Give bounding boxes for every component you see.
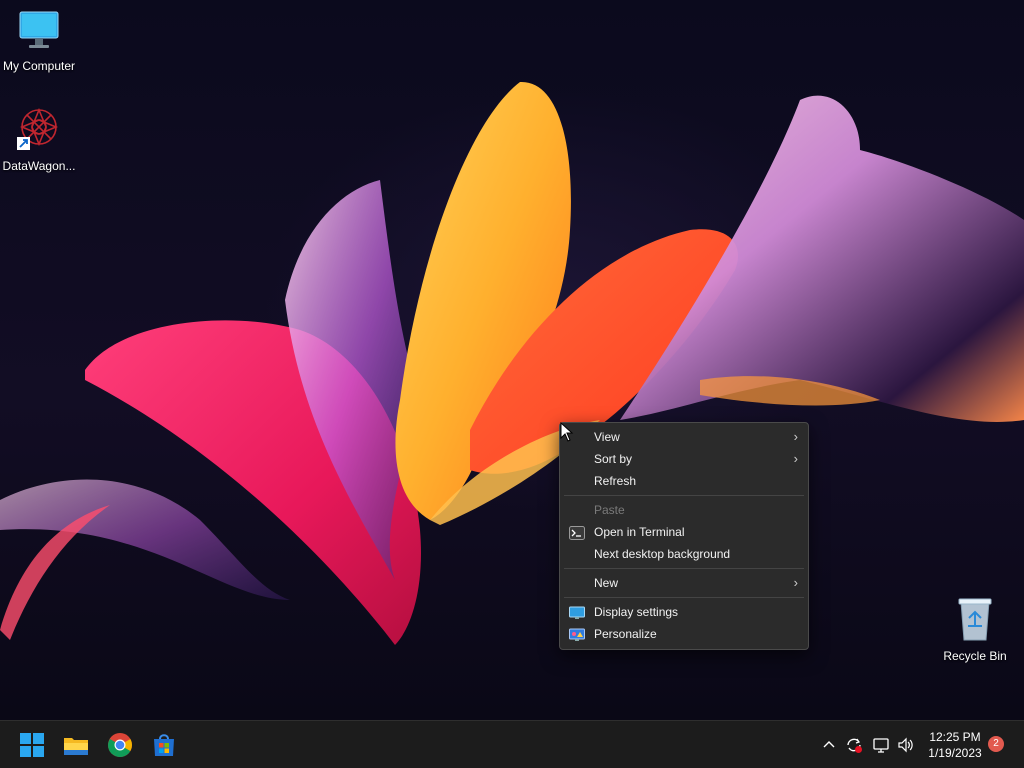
menu-item-new[interactable]: New › [560, 572, 808, 594]
datawagon-shortcut-icon [0, 106, 78, 155]
chevron-right-icon: › [793, 451, 798, 466]
microsoft-store-icon [154, 734, 174, 756]
desktop-icon-datawagon[interactable]: DataWagon... [0, 106, 78, 173]
notification-count-badge[interactable]: 2 [988, 736, 1004, 752]
start-icon [20, 733, 44, 757]
menu-item-label: Sort by [594, 452, 633, 466]
taskbar-clock[interactable]: 12:25 PM 1/19/2023 [920, 729, 990, 761]
menu-item-label: Open in Terminal [594, 525, 685, 539]
monitor-icon [0, 8, 78, 55]
taskbar: 12:25 PM 1/19/2023 [0, 720, 1024, 768]
chrome-icon [108, 733, 132, 758]
file-explorer-icon [64, 738, 88, 755]
chevron-right-icon: › [793, 429, 798, 444]
network-icon[interactable] [872, 721, 890, 768]
desktop-icon-label: My Computer [2, 59, 76, 73]
recycle-bin-icon [936, 596, 1014, 645]
menu-item-label: Next desktop background [594, 547, 731, 561]
menu-item-label: Refresh [594, 474, 637, 488]
display-settings-icon [569, 605, 585, 619]
personalize-icon [569, 627, 585, 641]
desktop-icon-label: DataWagon... [2, 159, 76, 173]
taskbar-chrome[interactable] [104, 729, 136, 761]
taskbar-microsoft-store[interactable] [148, 729, 180, 761]
menu-separator [564, 568, 804, 569]
sync-error-icon[interactable] [845, 721, 863, 768]
menu-item-paste: Paste [560, 499, 808, 521]
menu-item-label: View [594, 430, 620, 444]
menu-item-label: Personalize [594, 627, 657, 641]
menu-item-label: Paste [594, 503, 625, 517]
start-button[interactable] [16, 729, 48, 761]
desktop-icon-recycle-bin[interactable]: Recycle Bin [936, 596, 1014, 663]
menu-item-personalize[interactable]: Personalize [560, 623, 808, 645]
volume-icon[interactable] [897, 721, 915, 768]
chevron-right-icon: › [793, 575, 798, 590]
clock-time: 12:25 PM [929, 730, 981, 744]
menu-item-open-in-terminal[interactable]: Open in Terminal [560, 521, 808, 543]
terminal-icon [569, 525, 585, 540]
menu-item-sort-by[interactable]: Sort by › [560, 448, 808, 470]
menu-item-view[interactable]: View › [560, 426, 808, 448]
menu-item-label: Display settings [594, 605, 679, 619]
show-hidden-icons-chevron[interactable] [822, 721, 836, 768]
desktop-icon-my-computer[interactable]: My Computer [0, 8, 78, 73]
menu-separator [564, 495, 804, 496]
menu-item-refresh[interactable]: Refresh [560, 470, 808, 492]
wallpaper-bloom-art [0, 81, 1024, 645]
menu-item-label: New [594, 576, 619, 590]
menu-item-next-desktop-background[interactable]: Next desktop background [560, 543, 808, 565]
desktop-context-menu: View › Sort by › Refresh Paste Open in T… [559, 422, 809, 650]
clock-date: 1/19/2023 [928, 746, 982, 760]
menu-separator [564, 597, 804, 598]
desktop-icon-label: Recycle Bin [943, 649, 1007, 663]
taskbar-file-explorer[interactable] [60, 729, 92, 761]
mouse-cursor-icon [560, 422, 574, 442]
menu-item-display-settings[interactable]: Display settings [560, 601, 808, 623]
desktop[interactable]: My Computer DataWagon... Recycle Bin [0, 0, 1024, 720]
